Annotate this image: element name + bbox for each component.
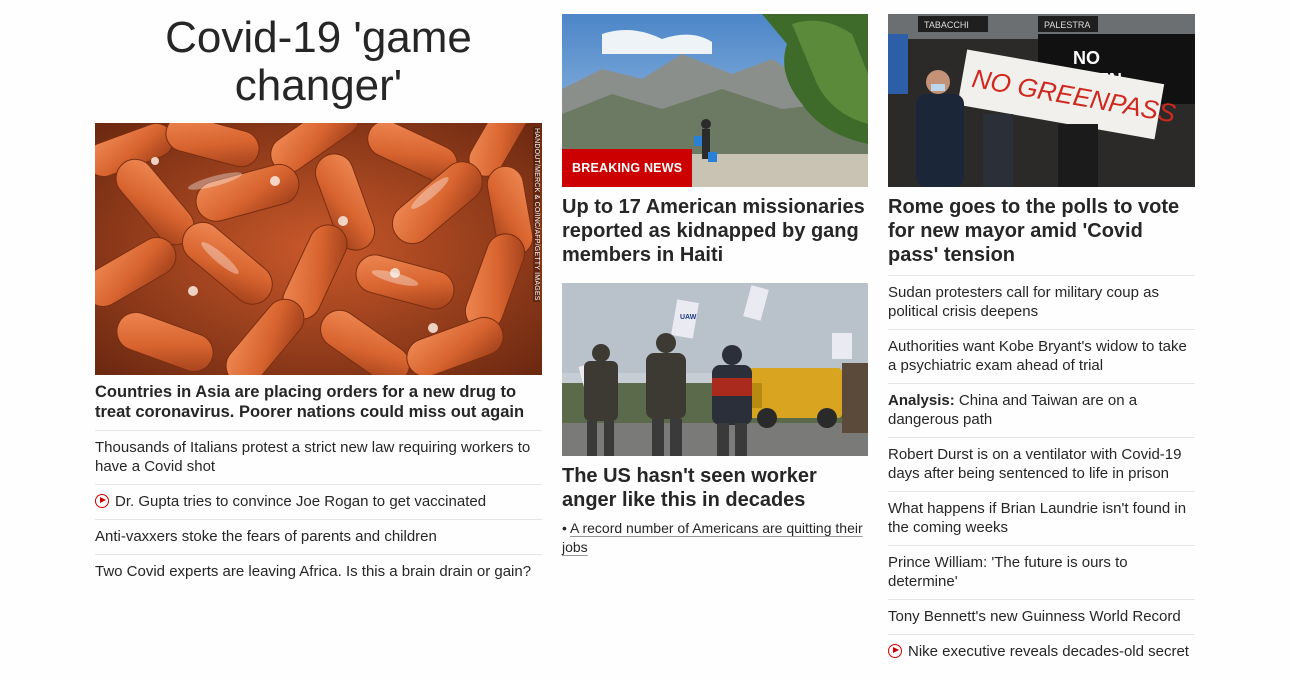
- pills-image[interactable]: HANDOUT/MERCK & CO/INC/AFP/GETTY IMAGES: [95, 123, 542, 375]
- strike-sign-text: UAW: [680, 314, 697, 321]
- list-item[interactable]: Two Covid experts are leaving Africa. Is…: [95, 554, 542, 589]
- photo-credit: HANDOUT/MERCK & CO/INC/AFP/GETTY IMAGES: [533, 127, 540, 302]
- list-item[interactable]: Analysis: China and Taiwan are on a dang…: [888, 383, 1195, 437]
- right-column: TABACCHI PALESTRA NO GREEN NO GREENPASS …: [888, 14, 1195, 669]
- list-item[interactable]: Tony Bennett's new Guinness World Record: [888, 599, 1195, 634]
- list-item[interactable]: What happens if Brian Laundrie isn't fou…: [888, 491, 1195, 545]
- section-title[interactable]: Covid-19 'game changer': [95, 14, 542, 110]
- strike-image[interactable]: UAW: [562, 283, 868, 456]
- list-item[interactable]: Nike executive reveals decades-old secre…: [888, 634, 1195, 669]
- analysis-label: Analysis:: [888, 392, 955, 409]
- covid-section: Covid-19 'game changer' HANDOUT/MERCK & …: [95, 14, 542, 589]
- banner-no: NO: [1073, 48, 1100, 68]
- pills-photo: [95, 123, 542, 375]
- list-item[interactable]: Sudan protesters call for military coup …: [888, 275, 1195, 329]
- haiti-image[interactable]: BREAKING NEWS: [562, 14, 868, 187]
- list-item[interactable]: Prince William: 'The future is ours to d…: [888, 545, 1195, 599]
- list-item[interactable]: Thousands of Italians protest a strict n…: [95, 430, 542, 484]
- list-item[interactable]: Authorities want Kobe Bryant's widow to …: [888, 329, 1195, 383]
- shop-sign-1: TABACCHI: [924, 20, 969, 30]
- play-circle-icon: [95, 494, 109, 508]
- quitting-jobs-link[interactable]: • A record number of Americans are quitt…: [562, 519, 868, 557]
- list-item[interactable]: Anti-vaxxers stoke the fears of parents …: [95, 519, 542, 554]
- rome-photo: TABACCHI PALESTRA NO GREEN NO GREENPASS: [888, 14, 1195, 187]
- strike-headline[interactable]: The US hasn't seen worker anger like thi…: [562, 464, 868, 512]
- rome-headline[interactable]: Rome goes to the polls to vote for new m…: [888, 195, 1195, 267]
- breaking-news-badge: BREAKING NEWS: [562, 149, 693, 187]
- right-story-list: Sudan protesters call for military coup …: [888, 275, 1195, 669]
- strike-photo: UAW: [562, 283, 868, 456]
- list-item[interactable]: Dr. Gupta tries to convince Joe Rogan to…: [95, 484, 542, 519]
- lead-headline[interactable]: Countries in Asia are placing orders for…: [95, 382, 542, 422]
- rome-protest-image[interactable]: TABACCHI PALESTRA NO GREEN NO GREENPASS: [888, 14, 1195, 187]
- covid-story-list: Thousands of Italians protest a strict n…: [95, 430, 542, 589]
- list-item[interactable]: Robert Durst is on a ventilator with Cov…: [888, 437, 1195, 491]
- shop-sign-2: PALESTRA: [1044, 20, 1090, 30]
- haiti-headline[interactable]: Up to 17 American missionaries reported …: [562, 195, 868, 267]
- middle-column: BREAKING NEWS Up to 17 American missiona…: [562, 14, 868, 557]
- play-circle-icon: [888, 644, 902, 658]
